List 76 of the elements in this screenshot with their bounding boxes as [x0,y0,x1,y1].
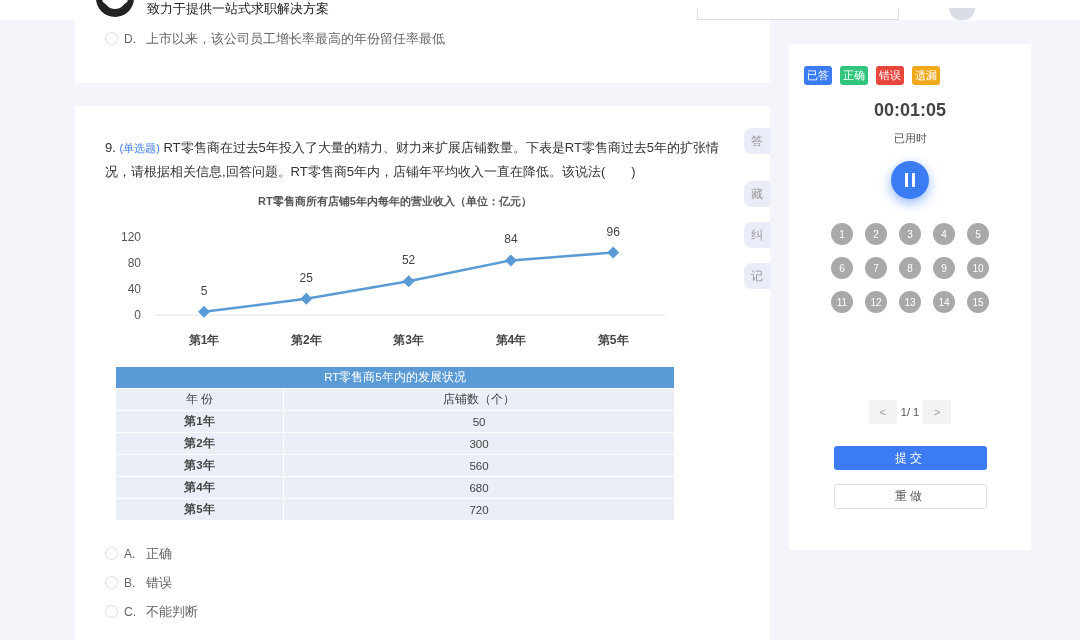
data-point [504,254,517,267]
table-cell: 第3年 [115,454,284,477]
table-cell: 第4年 [115,476,284,499]
data-label: 25 [299,270,313,285]
question-number[interactable]: 11 [831,291,853,313]
table-cell: 50 [283,410,675,433]
legend-tag: 正确 [840,66,868,85]
pause-icon [904,173,916,187]
table-cell: 第5年 [115,498,284,521]
question-number[interactable]: 7 [865,257,887,279]
question-text: 9. (单选题) RT零售商在过去5年投入了大量的精力、财力来扩展店铺数量。下表是RT零售商过去5年的扩张情况，请根据相关信息,回答问题。RT零售商5年内，店铺年平均收入一直在降低。该说法( ) [105,139,721,181]
avatar[interactable] [949,8,975,20]
column-header: 年 份 [115,388,284,411]
submit-button[interactable]: 提交 [833,446,987,470]
question-number[interactable]: 5 [967,223,989,245]
side-tab[interactable]: 记 [744,263,770,289]
data-label: 96 [606,224,620,239]
option-letter: A. [124,546,137,561]
question-number[interactable]: 9 [933,257,955,279]
tagline: 致力于提供一站式求职解决方案 [147,0,329,18]
question-number[interactable]: 4 [933,223,955,245]
axis-category-label: 第1年 [188,333,220,347]
option-text[interactable]: 错误 [146,573,172,592]
data-point [607,246,620,259]
axis-tick-label: 80 [127,256,141,270]
timer-label: 已用时 [893,131,927,146]
table-title: RT零售商5年内的发展状况 [115,366,675,389]
pause-button[interactable] [891,161,929,199]
data-label: 5 [200,283,208,298]
page-indicator: 1/ 1 [900,406,920,418]
option-text[interactable]: 正确 [146,544,172,563]
legend-tag: 错误 [876,66,904,85]
question-number[interactable]: 1 [831,223,853,245]
question-number[interactable]: 2 [865,223,887,245]
axis-tick-label: 120 [120,230,141,244]
side-tab[interactable]: 答 [744,128,770,154]
table-cell: 第1年 [115,410,284,433]
legend-tag: 已答 [804,66,832,85]
question-number[interactable]: 10 [967,257,989,279]
side-tab[interactable]: 纠 [744,222,770,248]
data-label: 84 [504,232,518,247]
side-tab[interactable]: 藏 [744,181,770,207]
axis-category-label: 第2年 [290,333,322,347]
question-number[interactable]: 3 [899,223,921,245]
data-point [198,305,210,318]
data-point [300,292,313,305]
data-label: 52 [401,253,416,268]
question-number[interactable]: 8 [899,257,921,279]
question-number[interactable]: 6 [831,257,853,279]
axis-tick-label: 40 [127,282,141,296]
table-cell: 680 [283,476,675,499]
option-letter: B. [124,575,137,590]
option-text[interactable]: 上市以来，该公司员工增长率最高的年份留任率最低 [146,29,445,48]
option-letter: D. [124,31,137,46]
question-number[interactable]: 13 [899,291,921,313]
axis-category-label: 第5年 [597,333,629,347]
question-number[interactable]: 12 [865,291,887,313]
axis-category-label: 第3年 [393,333,424,347]
chart-title: RT零售商所有店铺5年内每年的营业收入（单位：亿元） [257,194,533,209]
option-letter: C. [124,604,137,619]
data-point [402,275,415,288]
previous-page-button[interactable]: < [868,400,897,424]
question-number[interactable]: 14 [933,291,955,313]
table-cell: 560 [283,454,675,477]
redo-button[interactable]: 重做 [833,484,987,509]
next-page-button[interactable]: > [923,400,952,424]
option-text[interactable]: 不能判断 [146,602,198,621]
table-cell: 300 [283,432,675,455]
axis-category-label: 第4年 [495,333,527,347]
timer: 00:01:05 [873,100,947,121]
column-header: 店铺数（个） [283,388,675,411]
table-cell: 第2年 [115,432,284,455]
axis-tick-label: 0 [134,308,141,322]
table-cell: 720 [283,498,675,521]
legend-tag: 遗漏 [912,66,940,85]
question-number[interactable]: 15 [967,291,989,313]
